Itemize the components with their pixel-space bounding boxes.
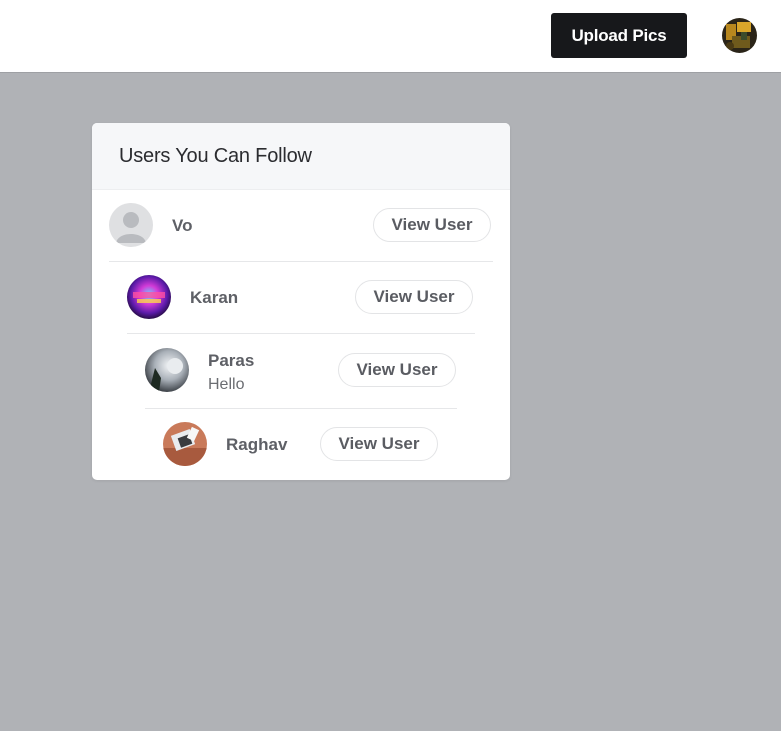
view-user-button-raghav[interactable]: View User xyxy=(320,427,438,461)
user-bio-paras: Hello xyxy=(208,376,245,393)
users-you-can-follow-card: Users You Can Follow Vo View User Karan … xyxy=(92,123,510,480)
current-user-avatar-image xyxy=(722,18,757,53)
view-user-button-vo[interactable]: View User xyxy=(373,208,491,242)
user-name-paras: Paras xyxy=(208,351,255,370)
row-divider xyxy=(127,333,475,334)
view-user-button-karan[interactable]: View User xyxy=(355,280,473,314)
row-divider xyxy=(145,408,457,409)
user-name-karan: Karan xyxy=(190,288,239,307)
user-avatar-vo[interactable] xyxy=(109,203,153,247)
view-user-button-paras[interactable]: View User xyxy=(338,353,456,387)
user-photo-raghav xyxy=(163,422,207,466)
user-name-vo: Vo xyxy=(172,216,193,235)
default-person-icon xyxy=(109,203,153,247)
user-avatar-raghav[interactable] xyxy=(163,422,207,466)
row-divider xyxy=(109,261,493,262)
user-name-raghav: Raghav xyxy=(226,435,288,454)
user-photo-paras xyxy=(145,348,189,392)
card-header: Users You Can Follow xyxy=(92,123,510,190)
user-avatar-paras[interactable] xyxy=(145,348,189,392)
current-user-avatar[interactable] xyxy=(722,18,757,53)
user-avatar-karan[interactable] xyxy=(127,275,171,319)
card-title: Users You Can Follow xyxy=(119,145,312,167)
top-nav-bar: Upload Pics xyxy=(0,0,781,73)
user-photo-karan xyxy=(127,275,171,319)
upload-pics-button[interactable]: Upload Pics xyxy=(551,13,687,58)
